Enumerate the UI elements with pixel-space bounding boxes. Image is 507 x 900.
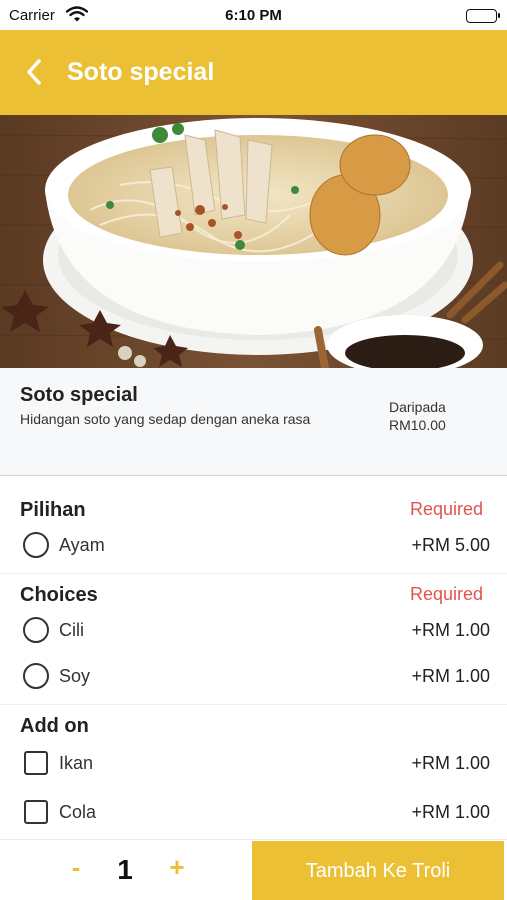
section-title-pilihan: Pilihan [20,499,86,521]
section-choices: Choices Required Cili +RM 1.00 Soy +RM 1… [0,574,507,704]
clock-label: 6:10 PM [225,7,282,24]
required-badge-choices: Required [409,584,483,604]
radio-button[interactable] [23,532,49,558]
option-price: +RM 1.00 [411,620,490,640]
option-price: +RM 1.00 [411,802,490,822]
section-pilihan: Pilihan Required Ayam +RM 5.00 [0,488,507,573]
price-from-value: RM10.00 [389,417,446,433]
back-chevron-icon[interactable] [22,57,48,87]
option-price: +RM 1.00 [411,753,490,773]
food-image [0,115,507,368]
section-title-choices: Choices [20,584,98,606]
option-price: +RM 5.00 [411,535,490,555]
option-cola[interactable]: Cola +RM 1.00 [0,792,507,832]
price-from-label: Daripada [389,399,446,415]
option-price: +RM 1.00 [411,666,490,686]
option-label: Cola [59,802,97,822]
option-soy[interactable]: Soy +RM 1.00 [0,656,507,696]
option-cili[interactable]: Cili +RM 1.00 [0,610,507,650]
item-name: Soto special [20,384,138,406]
decrease-quantity-button[interactable]: - [66,852,86,883]
checkbox[interactable] [24,800,48,824]
item-info: Soto special Hidangan soto yang sedap de… [0,368,507,476]
battery-icon [466,9,500,23]
nav-bar: Soto special [0,30,507,115]
required-badge-pilihan: Required [409,499,483,519]
checkbox[interactable] [24,751,48,775]
bottom-bar: - 1 + Tambah Ke Troli [0,839,507,900]
option-label: Cili [59,620,84,640]
option-ayam[interactable]: Ayam +RM 5.00 [0,525,507,565]
item-description: Hidangan soto yang sedap dengan aneka ra… [20,411,311,427]
option-label: Soy [59,666,91,686]
option-label: Ayam [59,535,105,555]
option-label: Ikan [59,753,94,773]
add-to-cart-button[interactable]: Tambah Ke Troli [252,841,504,900]
section-title-addon: Add on [20,715,89,737]
status-bar: Carrier 6:10 PM [0,0,507,30]
increase-quantity-button[interactable]: + [164,852,190,883]
price-from: Daripada RM10.00 [389,398,446,434]
radio-button[interactable] [23,663,49,689]
option-ikan[interactable]: Ikan +RM 1.00 [0,743,507,783]
quantity-value: 1 [117,854,133,885]
radio-button[interactable] [23,617,49,643]
page-title: Soto special [67,58,215,86]
section-addon: Add on Ikan +RM 1.00 Cola +RM 1.00 [0,705,507,839]
